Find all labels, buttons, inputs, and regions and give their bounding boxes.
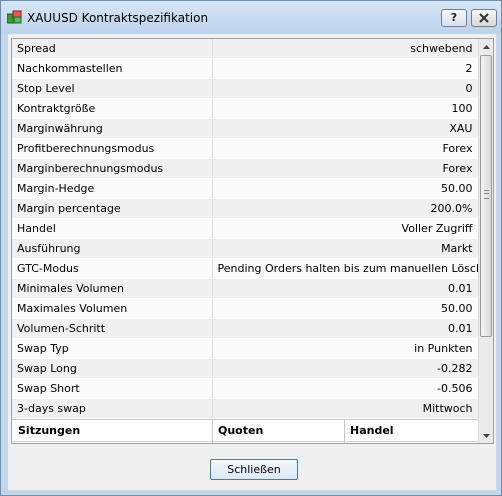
spec-table: Spread schwebend Nachkommastellen 2 Stop Lev… bbox=[12, 39, 479, 419]
app-icon bbox=[7, 10, 22, 24]
spec-label: Swap Typ bbox=[12, 338, 213, 359]
spec-value: Pending Orders halten bis zum manuellen … bbox=[212, 258, 479, 279]
spec-row[interactable]: Stop Level 0 bbox=[12, 78, 479, 99]
spec-label: Maximales Volumen bbox=[12, 298, 213, 319]
window-close-button[interactable] bbox=[471, 9, 497, 27]
spec-row[interactable]: Spread schwebend bbox=[12, 39, 479, 59]
spec-label: Minimales Volumen bbox=[12, 278, 213, 299]
spec-label: Profitberechnungsmodus bbox=[12, 138, 213, 159]
sessions-col-header: Sitzungen bbox=[18, 424, 81, 437]
spec-value: XAU bbox=[212, 118, 479, 139]
spec-row[interactable]: Ausführung Markt bbox=[12, 238, 479, 259]
spec-label: Marginwährung bbox=[12, 118, 213, 139]
spec-value: 100 bbox=[212, 98, 479, 119]
spec-row[interactable]: Margin-Hedge 50.00 bbox=[12, 178, 479, 199]
window-title: XAUUSD Kontraktspezifikation bbox=[27, 11, 209, 25]
scroll-down-button[interactable] bbox=[479, 428, 493, 443]
spec-label: Nachkommastellen bbox=[12, 58, 213, 79]
spec-label: Stop Level bbox=[12, 78, 213, 99]
spec-value: 2 bbox=[212, 58, 479, 79]
sessions-header: Sitzungen Quoten Handel bbox=[12, 419, 478, 443]
spec-row[interactable]: Handel Voller Zugriff bbox=[12, 218, 479, 239]
close-dialog-button[interactable]: Schließen bbox=[210, 459, 298, 480]
spec-row[interactable]: Margin percentage 200.0% bbox=[12, 198, 479, 219]
spec-label: Ausführung bbox=[12, 238, 213, 259]
close-icon bbox=[479, 13, 489, 23]
spec-value: Markt bbox=[212, 238, 479, 259]
grip-icon bbox=[484, 190, 489, 199]
spec-row[interactable]: Nachkommastellen 2 bbox=[12, 58, 479, 79]
spec-label: Volumen-Schritt bbox=[12, 318, 213, 339]
spec-row[interactable]: Swap Short -0.506 bbox=[12, 378, 479, 399]
spec-value: 50.00 bbox=[212, 298, 479, 319]
dialog-body: Spread schwebend Nachkommastellen 2 Stop Lev… bbox=[8, 34, 496, 490]
spec-row[interactable]: Volumen-Schritt 0.01 bbox=[12, 318, 479, 339]
spec-value: 0.01 bbox=[212, 318, 479, 339]
spec-label: Swap Short bbox=[12, 378, 213, 399]
spec-label: Kontraktgröße bbox=[12, 98, 213, 119]
spec-label: 3-days swap bbox=[12, 398, 213, 419]
spec-row[interactable]: 3-days swap Mittwoch bbox=[12, 398, 479, 419]
spec-value: Mittwoch bbox=[212, 398, 479, 419]
spec-label: Marginberechnungsmodus bbox=[12, 158, 213, 179]
arrow-up-icon bbox=[483, 45, 490, 49]
spec-row[interactable]: Profitberechnungsmodus Forex bbox=[12, 138, 479, 159]
scroll-up-button[interactable] bbox=[479, 39, 493, 54]
spec-row[interactable]: Kontraktgröße 100 bbox=[12, 98, 479, 119]
arrow-down-icon bbox=[483, 434, 490, 438]
spec-row[interactable]: Minimales Volumen 0.01 bbox=[12, 278, 479, 299]
spec-value: 0.01 bbox=[212, 278, 479, 299]
quotes-col-header: Quoten bbox=[218, 424, 264, 437]
help-button[interactable]: ? bbox=[441, 9, 467, 27]
scroll-thumb[interactable] bbox=[480, 55, 492, 337]
title-bar[interactable]: XAUUSD Kontraktspezifikation ? bbox=[1, 1, 501, 34]
spec-value: 200.0% bbox=[212, 198, 479, 219]
spec-label: Margin percentage bbox=[12, 198, 213, 219]
vertical-scrollbar[interactable] bbox=[478, 39, 493, 443]
spec-label: GTC-Modus bbox=[12, 258, 213, 279]
spec-label: Spread bbox=[12, 39, 213, 59]
spec-value: -0.282 bbox=[212, 358, 479, 379]
spec-value: in Punkten bbox=[212, 338, 479, 359]
spec-value: 0 bbox=[212, 78, 479, 99]
spec-row[interactable]: GTC-Modus Pending Orders halten bis zum m… bbox=[12, 258, 479, 279]
spec-value: Voller Zugriff bbox=[212, 218, 479, 239]
spec-value: Forex bbox=[212, 138, 479, 159]
contract-spec-dialog: XAUUSD Kontraktspezifikation ? Spread sch… bbox=[0, 0, 502, 496]
spec-label: Margin-Hedge bbox=[12, 178, 213, 199]
spec-row[interactable]: Maximales Volumen 50.00 bbox=[12, 298, 479, 319]
spec-row[interactable]: Marginwährung XAU bbox=[12, 118, 479, 139]
spec-value: -0.506 bbox=[212, 378, 479, 399]
spec-value: Forex bbox=[212, 158, 479, 179]
spec-row[interactable]: Swap Typ in Punkten bbox=[12, 338, 479, 359]
spec-row[interactable]: Swap Long -0.282 bbox=[12, 358, 479, 379]
spec-row[interactable]: Marginberechnungsmodus Forex bbox=[12, 158, 479, 179]
header-underline bbox=[12, 441, 478, 442]
spec-value: schwebend bbox=[212, 39, 479, 59]
spec-table-container: Spread schwebend Nachkommastellen 2 Stop Lev… bbox=[11, 38, 494, 444]
trade-col-header: Handel bbox=[350, 424, 394, 437]
spec-label: Swap Long bbox=[12, 358, 213, 379]
spec-value: 50.00 bbox=[212, 178, 479, 199]
spec-label: Handel bbox=[12, 218, 213, 239]
